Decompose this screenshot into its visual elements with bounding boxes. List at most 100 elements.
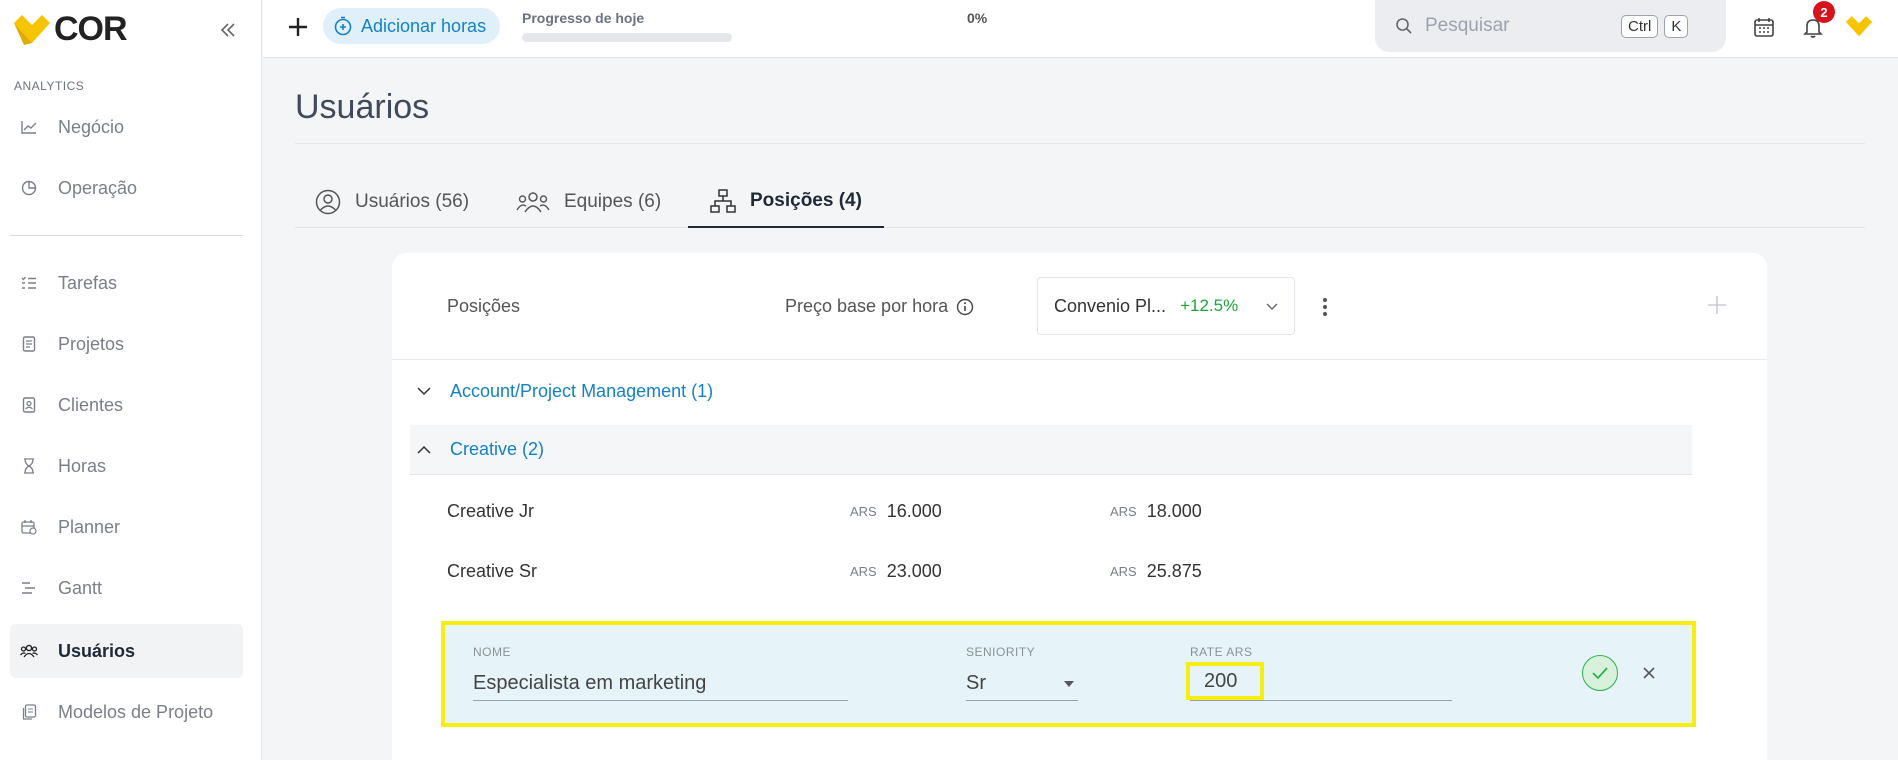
agreement-percentage: +12.5%: [1180, 296, 1239, 315]
rate-field-label: RATE ARS: [1190, 645, 1253, 659]
add-position-button[interactable]: [1702, 290, 1732, 320]
tab-label: Equipes (6): [564, 190, 662, 212]
group-account-project-management[interactable]: Account/Project Management (1): [410, 366, 1692, 416]
trend-chart-icon: [20, 118, 38, 136]
sidebar-item-clientes[interactable]: Clientes: [10, 378, 243, 432]
sidebar-divider: [10, 235, 243, 236]
notifications-button[interactable]: 2: [1799, 1, 1835, 41]
currency-label: ARS: [850, 563, 877, 579]
info-icon[interactable]: [956, 298, 974, 316]
user-menu-button[interactable]: [1845, 13, 1873, 41]
tabs: Usuários (56) Equipes (6) Posições (4): [295, 175, 1865, 228]
more-options-button[interactable]: [1315, 293, 1335, 321]
chevron-down-icon: [1266, 303, 1278, 310]
calendar-icon: [1754, 18, 1774, 37]
sidebar-item-label: Negócio: [58, 116, 125, 137]
group-creative[interactable]: Creative (2): [410, 425, 1692, 475]
sidebar-item-planner[interactable]: Planner: [10, 500, 243, 554]
group-label: Account/Project Management (1): [450, 380, 714, 401]
cor-logo-icon: [14, 14, 50, 45]
sidebar-item-projetos[interactable]: Projetos: [10, 317, 243, 371]
notification-badge: 2: [1813, 1, 1835, 23]
position-name: Creative Jr: [447, 500, 535, 521]
price-value: 16.000: [886, 500, 942, 521]
positions-card: Posições Preço base por hora Convenio Pl…: [392, 253, 1767, 760]
plus-icon: [289, 18, 307, 36]
title-divider: [295, 143, 1865, 144]
hourglass-icon: [20, 457, 38, 475]
base-price: ARS 16.000: [850, 501, 942, 522]
agreement-price: ARS 25.875: [1110, 561, 1202, 582]
price-value: 25.875: [1146, 560, 1202, 581]
progress-label: Progresso de hoje: [522, 10, 645, 26]
collapse-sidebar-button[interactable]: [214, 16, 242, 44]
sidebar-item-modelos-de-projeto[interactable]: Modelos de Projeto: [10, 685, 243, 739]
rate-input-highlight: [1186, 662, 1264, 700]
sidebar-item-negocio[interactable]: Negócio: [10, 100, 243, 154]
sidebar-item-tarefas[interactable]: Tarefas: [10, 256, 243, 310]
seniority-select[interactable]: Sr: [966, 667, 1078, 701]
positions-header: Posições Preço base por hora Convenio Pl…: [392, 253, 1767, 360]
hierarchy-icon: [710, 188, 736, 213]
check-icon: [1592, 667, 1608, 680]
sidebar-item-label: Usuários: [58, 640, 136, 661]
name-input[interactable]: [473, 672, 848, 695]
progress-percentage: 0%: [967, 10, 988, 26]
tab-usuarios[interactable]: Usuários (56): [315, 175, 469, 228]
agreement-price: ARS 18.000: [1110, 501, 1202, 522]
search-box[interactable]: Ctrl K: [1375, 0, 1726, 52]
confirm-button[interactable]: [1582, 655, 1618, 691]
logo-text: COR: [54, 10, 128, 48]
sidebar-item-horas[interactable]: Horas: [10, 439, 243, 493]
add-hours-label: Adicionar horas: [361, 15, 487, 36]
sidebar-item-usuarios[interactable]: Usuários: [10, 624, 243, 678]
chevron-up-icon: [416, 442, 432, 458]
base-price-label: Preço base por hora: [785, 296, 949, 316]
calendar-button[interactable]: [1750, 13, 1778, 41]
sidebar-item-label: Modelos de Projeto: [58, 701, 214, 722]
stopwatch-plus-icon: [334, 16, 352, 36]
calendar-clock-icon: [20, 518, 38, 536]
add-hours-button[interactable]: Adicionar horas: [323, 8, 501, 44]
search-icon: [1396, 18, 1412, 34]
tab-equipes[interactable]: Equipes (6): [516, 175, 661, 228]
users-icon: [20, 642, 38, 660]
logo[interactable]: COR: [14, 10, 128, 49]
currency-label: ARS: [1110, 563, 1137, 579]
section-label-analytics: ANALYTICS: [14, 79, 85, 93]
price-value: 23.000: [886, 560, 942, 581]
sidebar-item-operacao[interactable]: Operação: [10, 161, 243, 215]
top-bar: Adicionar horas Progresso de hoje 0% Ctr…: [263, 0, 1898, 58]
search-input[interactable]: [1425, 15, 1615, 37]
quick-add-button[interactable]: [283, 12, 313, 42]
chevron-down-icon: [416, 383, 432, 399]
cor-logo-icon: [1846, 16, 1872, 37]
sidebar-item-label: Operação: [58, 177, 138, 198]
team-icon: [516, 191, 550, 212]
positions-column-header: Posições: [447, 296, 521, 316]
sidebar-item-label: Gantt: [58, 577, 103, 598]
sidebar-item-label: Projetos: [58, 333, 125, 354]
sidebar-item-label: Horas: [58, 455, 107, 476]
shortcut-key-k: K: [1664, 14, 1689, 38]
user-circle-icon: [315, 189, 341, 214]
group-label: Creative (2): [450, 439, 545, 459]
position-row-creative-sr[interactable]: Creative Sr ARS 23.000 ARS 25.875: [447, 556, 1647, 586]
base-price-header: Preço base por hora: [785, 296, 974, 317]
agreement-select[interactable]: Convenio Pl... +12.5%: [1037, 277, 1295, 335]
copy-document-icon: [20, 703, 38, 721]
shortcut-key-ctrl: Ctrl: [1621, 14, 1659, 38]
base-price: ARS 23.000: [850, 561, 942, 582]
name-field-label: NOME: [473, 645, 511, 659]
new-position-form: NOME SENIORITY Sr RATE ARS: [441, 621, 1696, 727]
rate-input[interactable]: [1204, 669, 1256, 693]
sidebar-item-gantt[interactable]: Gantt: [10, 561, 243, 615]
agreement-name: Convenio Pl...: [1054, 295, 1167, 316]
currency-label: ARS: [1110, 503, 1137, 519]
cancel-button[interactable]: [1635, 659, 1663, 687]
document-icon: [20, 335, 38, 353]
position-row-creative-jr[interactable]: Creative Jr ARS 16.000 ARS 18.000: [447, 496, 1647, 526]
tab-posicoes[interactable]: Posições (4): [688, 175, 884, 228]
kebab-menu-icon: [1323, 298, 1327, 316]
sidebar-item-label: Clientes: [58, 394, 124, 415]
